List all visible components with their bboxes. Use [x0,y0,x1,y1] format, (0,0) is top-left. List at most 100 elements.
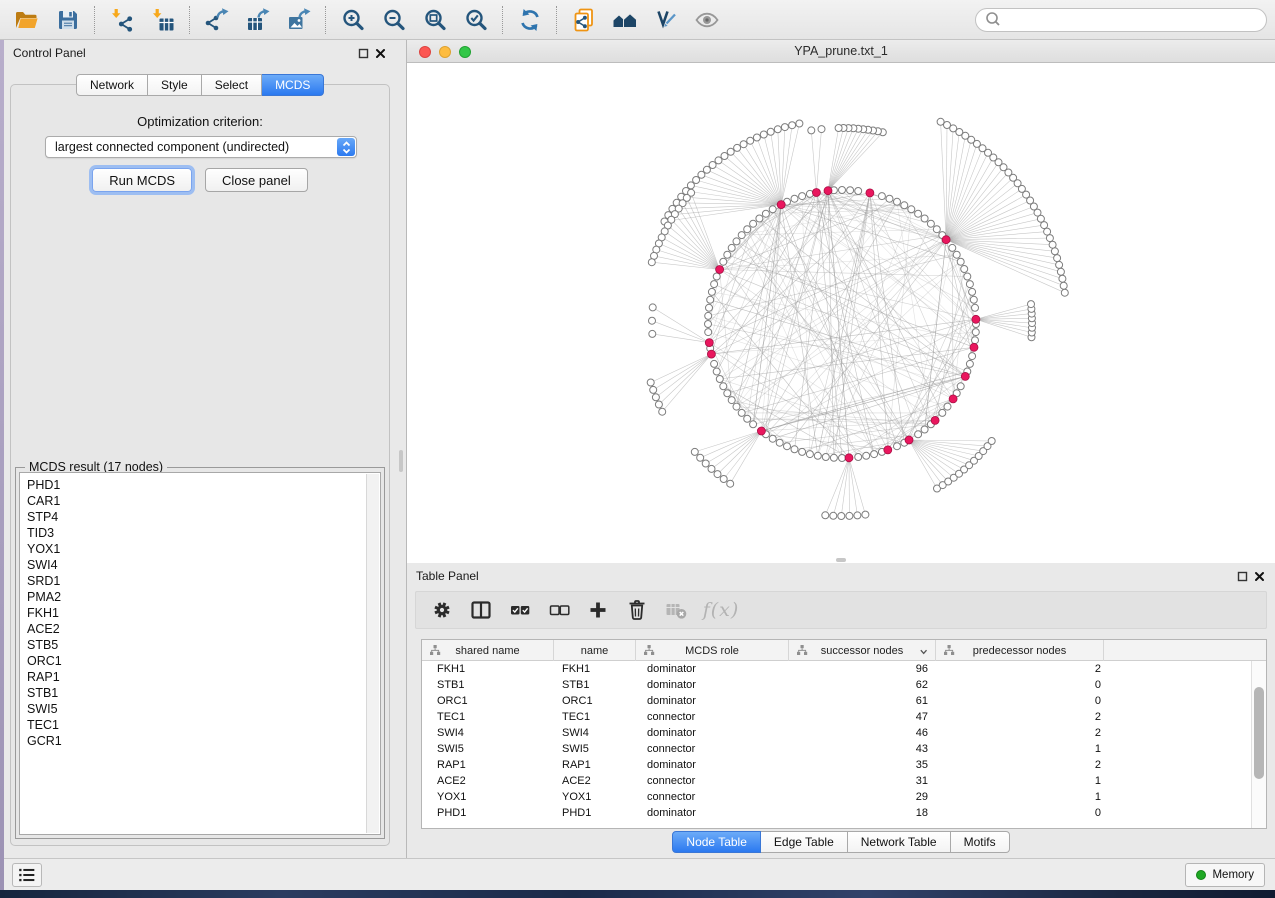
scrollbar-thumb[interactable] [1254,687,1264,779]
gear-icon[interactable] [426,595,458,625]
import-table-icon[interactable] [142,3,183,37]
cell-shared-name: YOX1 [422,791,554,803]
memory-button[interactable]: Memory [1185,863,1265,887]
column-header-MCDS-role[interactable]: MCDS role [636,640,789,661]
zoom-selected-icon[interactable] [455,3,496,37]
tab-edge-table[interactable]: Edge Table [761,831,848,853]
cell-predecessor-nodes: 2 [936,727,1104,739]
delete-column-icon[interactable] [621,595,653,625]
mcds-result-list[interactable]: PHD1CAR1STP4TID3YOX1SWI4SRD1PMA2FKH1ACE2… [19,472,381,835]
column-header-name[interactable]: name [554,640,636,661]
column-header-predecessor-nodes[interactable]: predecessor nodes [936,640,1104,661]
cell-MCDS-role: connector [636,775,789,787]
cell-MCDS-role: dominator [636,695,789,707]
mcds-result-item[interactable]: STB5 [27,637,380,653]
import-network-icon[interactable] [101,3,142,37]
tab-network[interactable]: Network [76,74,148,96]
column-header-shared-name[interactable]: shared name [422,640,554,661]
visual-style-icon[interactable] [645,3,686,37]
table-row[interactable]: RAP1RAP1dominator352 [422,757,1251,773]
zoom-out-icon[interactable] [373,3,414,37]
memory-label: Memory [1212,869,1254,881]
mcds-result-item[interactable]: ACE2 [27,621,380,637]
cell-MCDS-role: connector [636,711,789,723]
table-row[interactable]: SWI4SWI4dominator462 [422,725,1251,741]
tab-select[interactable]: Select [202,74,262,96]
mcds-result-item[interactable]: TID3 [27,525,380,541]
table-scrollbar[interactable] [1251,661,1266,828]
column-label: shared name [455,645,519,657]
table-row[interactable]: FKH1FKH1dominator962 [422,661,1251,677]
mcds-result-item[interactable]: CAR1 [27,493,380,509]
tab-node-table[interactable]: Node Table [672,831,761,853]
toolbar-separator [189,6,190,34]
table-row[interactable]: ORC1ORC1dominator610 [422,693,1251,709]
mcds-result-item[interactable]: GCR1 [27,733,380,749]
table-row[interactable]: TEC1TEC1connector472 [422,709,1251,725]
splitter-handle[interactable] [836,558,846,562]
splitter-handle[interactable] [399,450,403,472]
function-builder-icon[interactable]: f(x) [699,595,743,625]
column-header-successor-nodes[interactable]: successor nodes [789,640,936,661]
float-panel-icon[interactable] [1236,570,1249,583]
table-row[interactable]: SWI5SWI5connector431 [422,741,1251,757]
mcds-result-item[interactable]: PHD1 [27,477,380,493]
mcds-result-item[interactable]: SRD1 [27,573,380,589]
delete-table-icon[interactable] [660,595,692,625]
close-panel-icon[interactable] [374,47,387,60]
close-panel-icon[interactable] [1253,570,1266,583]
mcds-result-item[interactable]: FKH1 [27,605,380,621]
deselect-all-icon[interactable] [543,595,575,625]
save-icon[interactable] [47,3,88,37]
select-all-icon[interactable] [504,595,536,625]
tab-style[interactable]: Style [148,74,202,96]
folder-open-icon[interactable] [6,3,47,37]
toolbar-separator [94,6,95,34]
export-network-icon[interactable] [196,3,237,37]
cell-shared-name: RAP1 [422,759,554,771]
table-row[interactable]: ACE2ACE2connector311 [422,773,1251,789]
zoom-in-icon[interactable] [332,3,373,37]
close-panel-button[interactable]: Close panel [205,168,308,192]
cell-predecessor-nodes: 2 [936,711,1104,723]
tab-mcds[interactable]: MCDS [262,74,324,96]
show-panels-button[interactable] [12,863,42,887]
vertical-splitter[interactable] [396,40,406,858]
network-canvas[interactable] [407,63,1275,563]
network-titlebar: YPA_prune.txt_1 [407,40,1275,63]
mcds-result-item[interactable]: PMA2 [27,589,380,605]
mcds-result-item[interactable]: RAP1 [27,669,380,685]
export-image-icon[interactable] [278,3,319,37]
mcds-result-item[interactable]: YOX1 [27,541,380,557]
zoom-fit-icon[interactable] [414,3,455,37]
search-box[interactable] [975,8,1267,32]
mcds-result-item[interactable]: STB1 [27,685,380,701]
criterion-select[interactable]: largest connected component (undirected) [45,136,357,158]
cell-successor-nodes: 29 [789,791,936,803]
table-body: FKH1FKH1dominator962STB1STB1dominator620… [422,661,1251,828]
export-table-icon[interactable] [237,3,278,37]
mcds-result-item[interactable]: SWI5 [27,701,380,717]
table-row[interactable]: PHD1PHD1dominator180 [422,805,1251,821]
mcds-result-item[interactable]: ORC1 [27,653,380,669]
cell-successor-nodes: 43 [789,743,936,755]
refresh-icon[interactable] [509,3,550,37]
table-row[interactable]: STB1STB1dominator620 [422,677,1251,693]
add-column-icon[interactable] [582,595,614,625]
tab-motifs[interactable]: Motifs [951,831,1010,853]
share-document-icon[interactable] [563,3,604,37]
table-row[interactable]: YOX1YOX1connector291 [422,789,1251,805]
tab-network-table[interactable]: Network Table [848,831,951,853]
cell-shared-name: SWI5 [422,743,554,755]
split-view-icon[interactable] [465,595,497,625]
mcds-result-item[interactable]: TEC1 [27,717,380,733]
float-panel-icon[interactable] [357,47,370,60]
houses-icon[interactable] [604,3,645,37]
result-list-scrollbar[interactable] [366,474,379,833]
cell-name: SWI5 [554,743,636,755]
run-mcds-button[interactable]: Run MCDS [92,168,192,192]
mcds-result-item[interactable]: STP4 [27,509,380,525]
mcds-result-item[interactable]: SWI4 [27,557,380,573]
search-input[interactable] [1005,12,1258,28]
eye-icon[interactable] [686,3,727,37]
